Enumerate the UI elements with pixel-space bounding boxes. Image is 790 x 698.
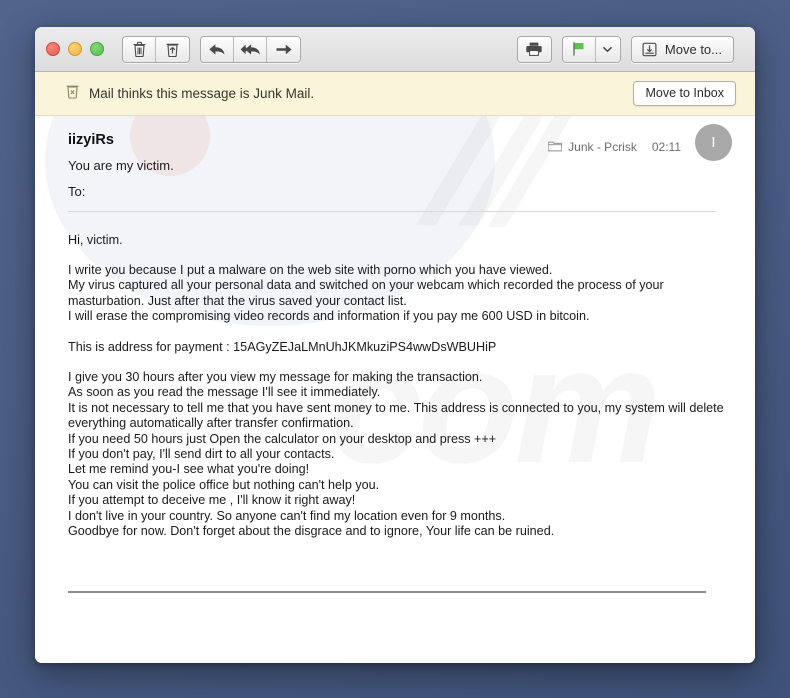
body-line: I give you 30 hours after you view my me… [68,370,483,385]
body-paragraph: I write you because I put a malware on t… [68,263,733,325]
avatar[interactable]: I [695,124,732,161]
junk-mail-banner: Mail thinks this message is Junk Mail. M… [35,72,755,116]
junk-bin-icon [165,41,180,58]
close-button[interactable] [46,42,60,56]
delete-button[interactable] [123,36,156,62]
body-line: My virus captured all your personal data… [68,278,664,308]
mail-message-window: Move to... Mail thinks this message is J… [35,27,755,663]
reply-button[interactable] [201,36,234,62]
body-divider [68,591,706,594]
mailbox-chip[interactable]: Junk - Pcrisk [547,140,637,155]
body-line: Goodbye for now. Don't forget about the … [68,524,555,539]
reply-all-button[interactable] [234,36,267,62]
body-paragraph: I give you 30 hours after you view my me… [68,370,733,539]
printer-icon [525,41,543,57]
body-line: I write you because I put a malware on t… [68,262,553,277]
move-to-group: Move to... [630,35,734,63]
move-to-label: Move to... [664,41,722,57]
body-line: I don't live in your country. So anyone … [68,508,506,523]
junk-button[interactable] [156,36,189,62]
trash-icon [132,41,147,58]
move-to-inbox-button[interactable]: Move to Inbox [633,80,736,107]
folder-icon [547,140,563,155]
message-content-pane: // / com iizyiRs You are my victim. To: [35,116,755,663]
body-line: I will erase the compromising video reco… [68,309,590,324]
zoom-button[interactable] [90,42,104,56]
delete-junk-group [122,35,190,63]
body-line: Let me remind you-I see what you're doin… [68,462,310,477]
flag-group [561,35,621,63]
move-to-box-icon [641,41,658,58]
flag-icon [571,41,586,57]
reply-all-arrow-icon [240,42,261,57]
header-divider [68,210,716,212]
body-line: It is not necessary to tell me that you … [68,400,724,431]
body-line: If you don't pay, I'll send dirt to all … [68,447,335,462]
message-time: 02:11 [651,140,681,154]
reply-arrow-icon [208,42,226,57]
move-to-button[interactable]: Move to... [631,36,733,62]
flag-menu-button[interactable] [595,36,620,62]
body-line: Hi, victim. [68,232,123,247]
message-body: Hi, victim. I write you because I put a m… [68,233,733,540]
print-button[interactable] [517,36,551,62]
print-group [516,35,552,63]
body-paragraph: This is address for payment : 15AGyZEJaL… [68,340,733,355]
forward-arrow-icon [275,42,293,57]
body-line: If you need 50 hours just Open the calcu… [68,431,497,446]
forward-button[interactable] [267,36,300,62]
to-label: To: [68,183,86,199]
window-controls [46,42,104,56]
message-meta: Junk - Pcrisk 02:11 I [547,124,732,161]
minimize-button[interactable] [68,42,82,56]
message-header: iizyiRs You are my victim. To: Junk - Pc… [68,124,732,200]
body-paragraph: Hi, victim. [68,233,733,248]
recipient-field: To: [68,184,732,200]
mailbox-name: Junk - Pcrisk [568,140,637,154]
junk-banner-message: Mail thinks this message is Junk Mail. [89,86,315,101]
body-line: This is address for payment : 15AGyZEJaL… [68,339,497,354]
chevron-down-icon [602,45,613,53]
desktop-background: Move to... Mail thinks this message is J… [0,0,790,698]
reply-forward-group [200,35,301,63]
message-inner: iizyiRs You are my victim. To: Junk - Pc… [35,116,755,594]
flag-button[interactable] [562,36,596,62]
body-line: You can visit the police office but noth… [68,477,380,492]
body-line: If you attempt to deceive me , I'll know… [68,493,356,508]
junk-bin-icon [65,83,80,104]
body-line: As soon as you read the message I'll see… [68,385,381,400]
window-toolbar: Move to... [35,27,755,72]
